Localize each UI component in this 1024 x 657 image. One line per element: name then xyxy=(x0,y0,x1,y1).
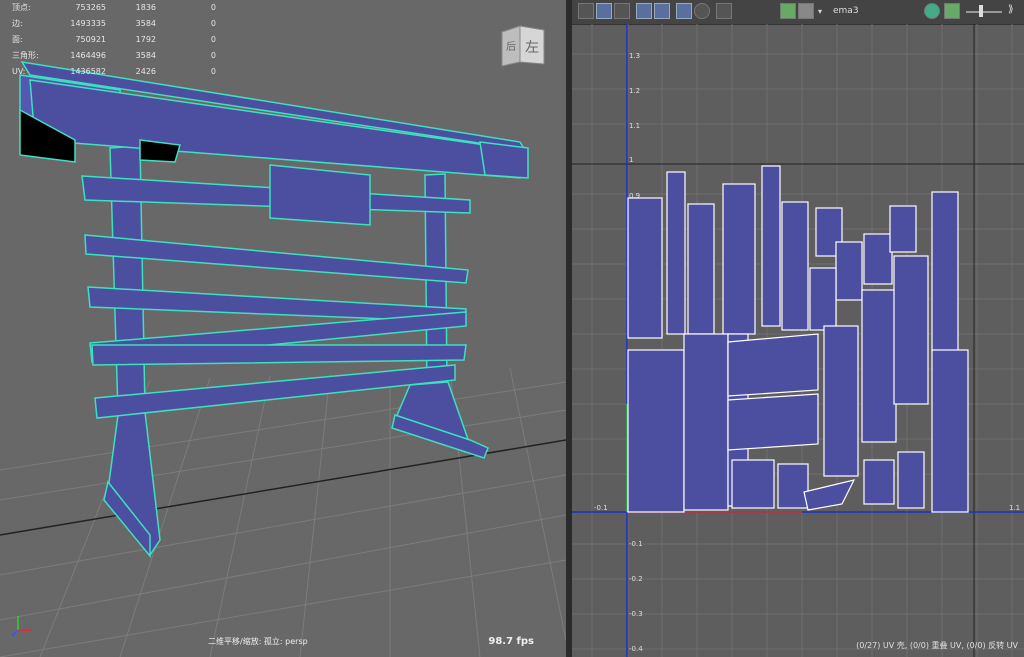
uv-shells[interactable] xyxy=(627,165,969,513)
hud-value: 750921 xyxy=(75,35,106,44)
hud-value: 1436582 xyxy=(70,67,106,76)
uv-distortion-icon[interactable] xyxy=(636,3,652,19)
uv-shell xyxy=(777,463,809,509)
hud-label: 边: xyxy=(12,19,23,28)
uv-shell xyxy=(931,349,969,513)
uv-shell xyxy=(722,183,756,335)
hud-value: 753265 xyxy=(75,3,106,12)
v-tick-label: -0.1 xyxy=(629,540,643,548)
top-beam-side xyxy=(29,79,521,179)
more-arrow-icon[interactable]: ⟫ xyxy=(1008,4,1014,15)
v-tick-label: 1.1 xyxy=(629,122,640,130)
floor-grid xyxy=(0,367,566,657)
hud-row-triangles: 三角形: 1464496 3584 0 xyxy=(6,48,216,64)
axis-gizmo xyxy=(11,616,32,637)
hud-label: 面: xyxy=(12,35,23,44)
u-tick-label: 1.1 xyxy=(1009,504,1020,512)
uv-shell xyxy=(727,393,819,451)
top-beam-cap xyxy=(479,141,529,179)
hud-value: 1792 xyxy=(135,35,156,44)
viewcube-back-face[interactable]: 后 xyxy=(506,41,516,53)
uv-set-name[interactable]: ema3 xyxy=(833,6,859,16)
v-tick-label: -0.2 xyxy=(629,575,643,583)
uv-shell xyxy=(823,325,859,477)
perspective-viewport[interactable]: 顶点: 753265 1836 0 边: 1493335 3584 0 面: 7… xyxy=(0,0,566,657)
hud-row-edges: 边: 1493335 3584 0 xyxy=(6,16,216,32)
uv-shell xyxy=(803,479,856,511)
hud-row-vertices: 顶点: 753265 1836 0 xyxy=(6,0,216,16)
uv-shell xyxy=(761,165,781,327)
display-image-icon[interactable] xyxy=(694,3,710,19)
exposure-slider[interactable] xyxy=(966,11,1002,13)
globe-icon[interactable] xyxy=(924,3,940,19)
uv-canvas[interactable]: 1.3 1.2 1.1 1 0.9 -0.1 -0.2 -0.3 -0.4 -0… xyxy=(572,24,1024,657)
hud-row-faces: 面: 750921 1792 0 xyxy=(6,32,216,48)
u-tick-label: -0.1 xyxy=(594,504,608,512)
uv-shell xyxy=(687,203,715,335)
uv-shell xyxy=(863,459,895,505)
v-tick-label: -0.3 xyxy=(629,610,643,618)
checker-toggle-icon[interactable] xyxy=(614,3,630,19)
rack-model[interactable] xyxy=(19,61,529,559)
uv-shell xyxy=(627,349,685,513)
hud-value: 3584 xyxy=(135,19,156,28)
v-tick-label: 1.2 xyxy=(629,87,640,95)
texture-borders-icon[interactable] xyxy=(654,3,670,19)
pixel-snap-icon[interactable] xyxy=(676,3,692,19)
uv-shell xyxy=(781,201,809,331)
poly-count-hud: 顶点: 753265 1836 0 边: 1493335 3584 0 面: 7… xyxy=(6,0,216,80)
v-tick-label: -0.4 xyxy=(629,645,643,653)
hud-value: 1836 xyxy=(135,3,156,12)
snapshot-icon[interactable] xyxy=(716,3,732,19)
fps-counter: 98.7 fps xyxy=(488,636,534,647)
hud-value: 1464496 xyxy=(70,51,106,60)
hud-value: 0 xyxy=(210,51,216,60)
hud-label: 三角形: xyxy=(12,51,39,60)
uv-shell xyxy=(931,191,959,353)
camera-label: 二维平移/缩放: 孤立: persp xyxy=(208,637,308,646)
hud-label: UV: xyxy=(12,67,26,76)
uv-shell xyxy=(889,205,917,253)
image-icon[interactable] xyxy=(944,3,960,19)
v-tick-label: 1 xyxy=(629,156,633,164)
uv-shell-status: (0/27) UV 壳, (0/0) 重叠 UV, (0/0) 反转 UV xyxy=(856,641,1018,650)
hud-row-uvs: UV: 1436582 2426 0 xyxy=(6,64,216,80)
hud-value: 1493335 xyxy=(70,19,106,28)
scene-canvas[interactable] xyxy=(0,0,566,657)
uv-shell xyxy=(627,197,663,339)
uv-shell xyxy=(727,333,819,397)
uv-shell xyxy=(863,233,893,285)
view-cube[interactable]: 后 左 xyxy=(498,24,546,68)
hud-value: 0 xyxy=(210,67,216,76)
grid-toggle-icon[interactable] xyxy=(578,3,594,19)
uv-shell xyxy=(666,171,686,335)
viewcube-left-face[interactable]: 左 xyxy=(525,40,539,56)
uv-editor-panel[interactable]: ▾ ema3 ⟫ 1.3 1.2 1.1 1 0.9 -0.1 -0.2 -0.… xyxy=(572,0,1024,657)
uv-shell xyxy=(897,451,925,509)
uv-shell xyxy=(835,241,863,301)
hud-value: 0 xyxy=(210,19,216,28)
uv-shell xyxy=(893,255,929,405)
exposure-slider-handle[interactable] xyxy=(979,5,983,17)
hud-value: 0 xyxy=(210,35,216,44)
hud-label: 顶点: xyxy=(12,3,31,12)
uv-shell xyxy=(683,333,729,511)
rail-5 xyxy=(91,344,467,366)
checker-icon[interactable] xyxy=(798,3,814,19)
uv-shell xyxy=(861,289,897,443)
uv-shell xyxy=(809,267,837,331)
chevron-down-icon[interactable]: ▾ xyxy=(818,7,822,16)
uv-shell xyxy=(731,459,775,509)
image-icon[interactable] xyxy=(780,3,796,19)
uv-toolbar: ▾ ema3 ⟫ xyxy=(572,0,1024,25)
hud-value: 0 xyxy=(210,3,216,12)
center-box xyxy=(269,164,371,226)
hud-value: 3584 xyxy=(135,51,156,60)
v-tick-label: 1.3 xyxy=(629,52,640,60)
shaded-toggle-icon[interactable] xyxy=(596,3,612,19)
hud-value: 2426 xyxy=(135,67,156,76)
